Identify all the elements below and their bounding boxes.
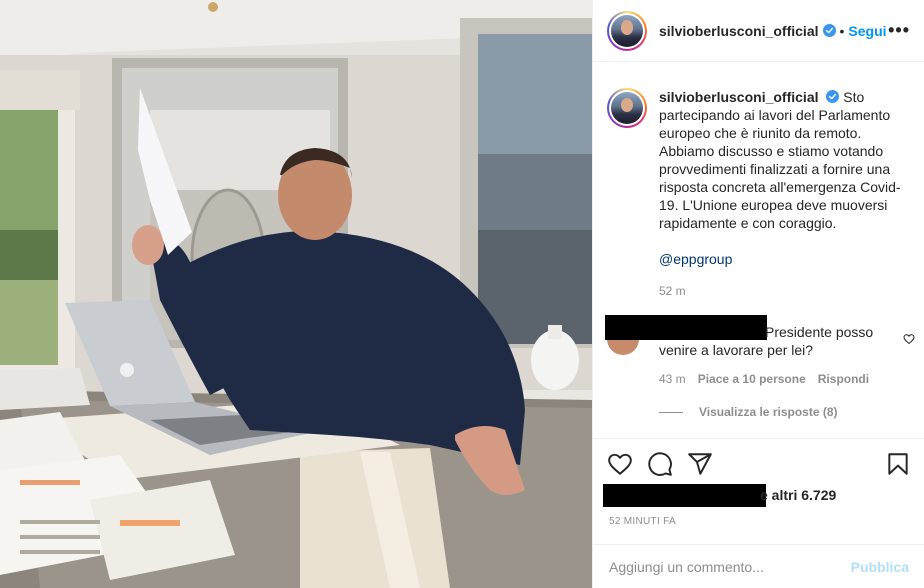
- post-header: silvioberlusconi_official • Segui •••: [593, 0, 924, 62]
- header-separator: •: [839, 22, 845, 39]
- comment-meta: 43 m Piace a 10 persone Rispondi: [659, 372, 869, 386]
- post-date[interactable]: 52 minuti fa: [609, 516, 676, 527]
- publish-button[interactable]: Pubblica: [851, 559, 909, 575]
- action-bar: [593, 438, 924, 488]
- view-replies-button[interactable]: Visualizza le risposte (8): [659, 405, 838, 419]
- redacted-likers: [603, 484, 766, 507]
- post-photo[interactable]: [0, 0, 592, 588]
- post-sidebar: silvioberlusconi_official • Segui ••• si…: [592, 0, 924, 588]
- comment-time[interactable]: 43 m: [659, 372, 686, 386]
- replies-divider: [659, 411, 683, 413]
- post-photo-image: [0, 0, 592, 588]
- caption: silvioberlusconi_official Sto partecipan…: [659, 88, 907, 300]
- paper-plane-icon[interactable]: [687, 451, 713, 477]
- comment-input[interactable]: [609, 558, 851, 575]
- comment-likes[interactable]: Piace a 10 persone: [698, 372, 806, 386]
- author-avatar[interactable]: [607, 10, 647, 51]
- add-comment-bar: Pubblica: [593, 544, 924, 588]
- follow-button[interactable]: Segui: [848, 23, 886, 39]
- likes-summary[interactable]: e altri 6.729: [603, 484, 923, 510]
- caption-avatar[interactable]: [607, 88, 647, 128]
- bookmark-icon[interactable]: [885, 451, 911, 477]
- comments-area: silvioberlusconi_official Sto partecipan…: [593, 72, 924, 432]
- reply-button[interactable]: Rispondi: [818, 372, 869, 386]
- likes-count[interactable]: e altri 6.729: [760, 487, 836, 503]
- comment-text: Presidente posso venire a lavorare per l…: [659, 324, 874, 358]
- caption-text: Sto partecipando ai lavori del Parlament…: [659, 89, 901, 231]
- more-options-icon[interactable]: •••: [888, 20, 910, 41]
- caption-row: silvioberlusconi_official Sto partecipan…: [593, 72, 924, 300]
- verified-badge-icon: [826, 90, 840, 103]
- heart-icon[interactable]: [607, 451, 633, 477]
- caption-time[interactable]: 52 m: [659, 282, 907, 300]
- comment-like-heart-icon[interactable]: [903, 333, 915, 345]
- view-replies-label: Visualizza le risposte (8): [699, 405, 838, 419]
- mention-link[interactable]: @eppgroup: [659, 250, 907, 268]
- author-username[interactable]: silvioberlusconi_official: [659, 23, 819, 39]
- comment-icon[interactable]: [647, 451, 673, 477]
- caption-username[interactable]: silvioberlusconi_official: [659, 89, 819, 105]
- verified-badge-icon: [822, 24, 836, 37]
